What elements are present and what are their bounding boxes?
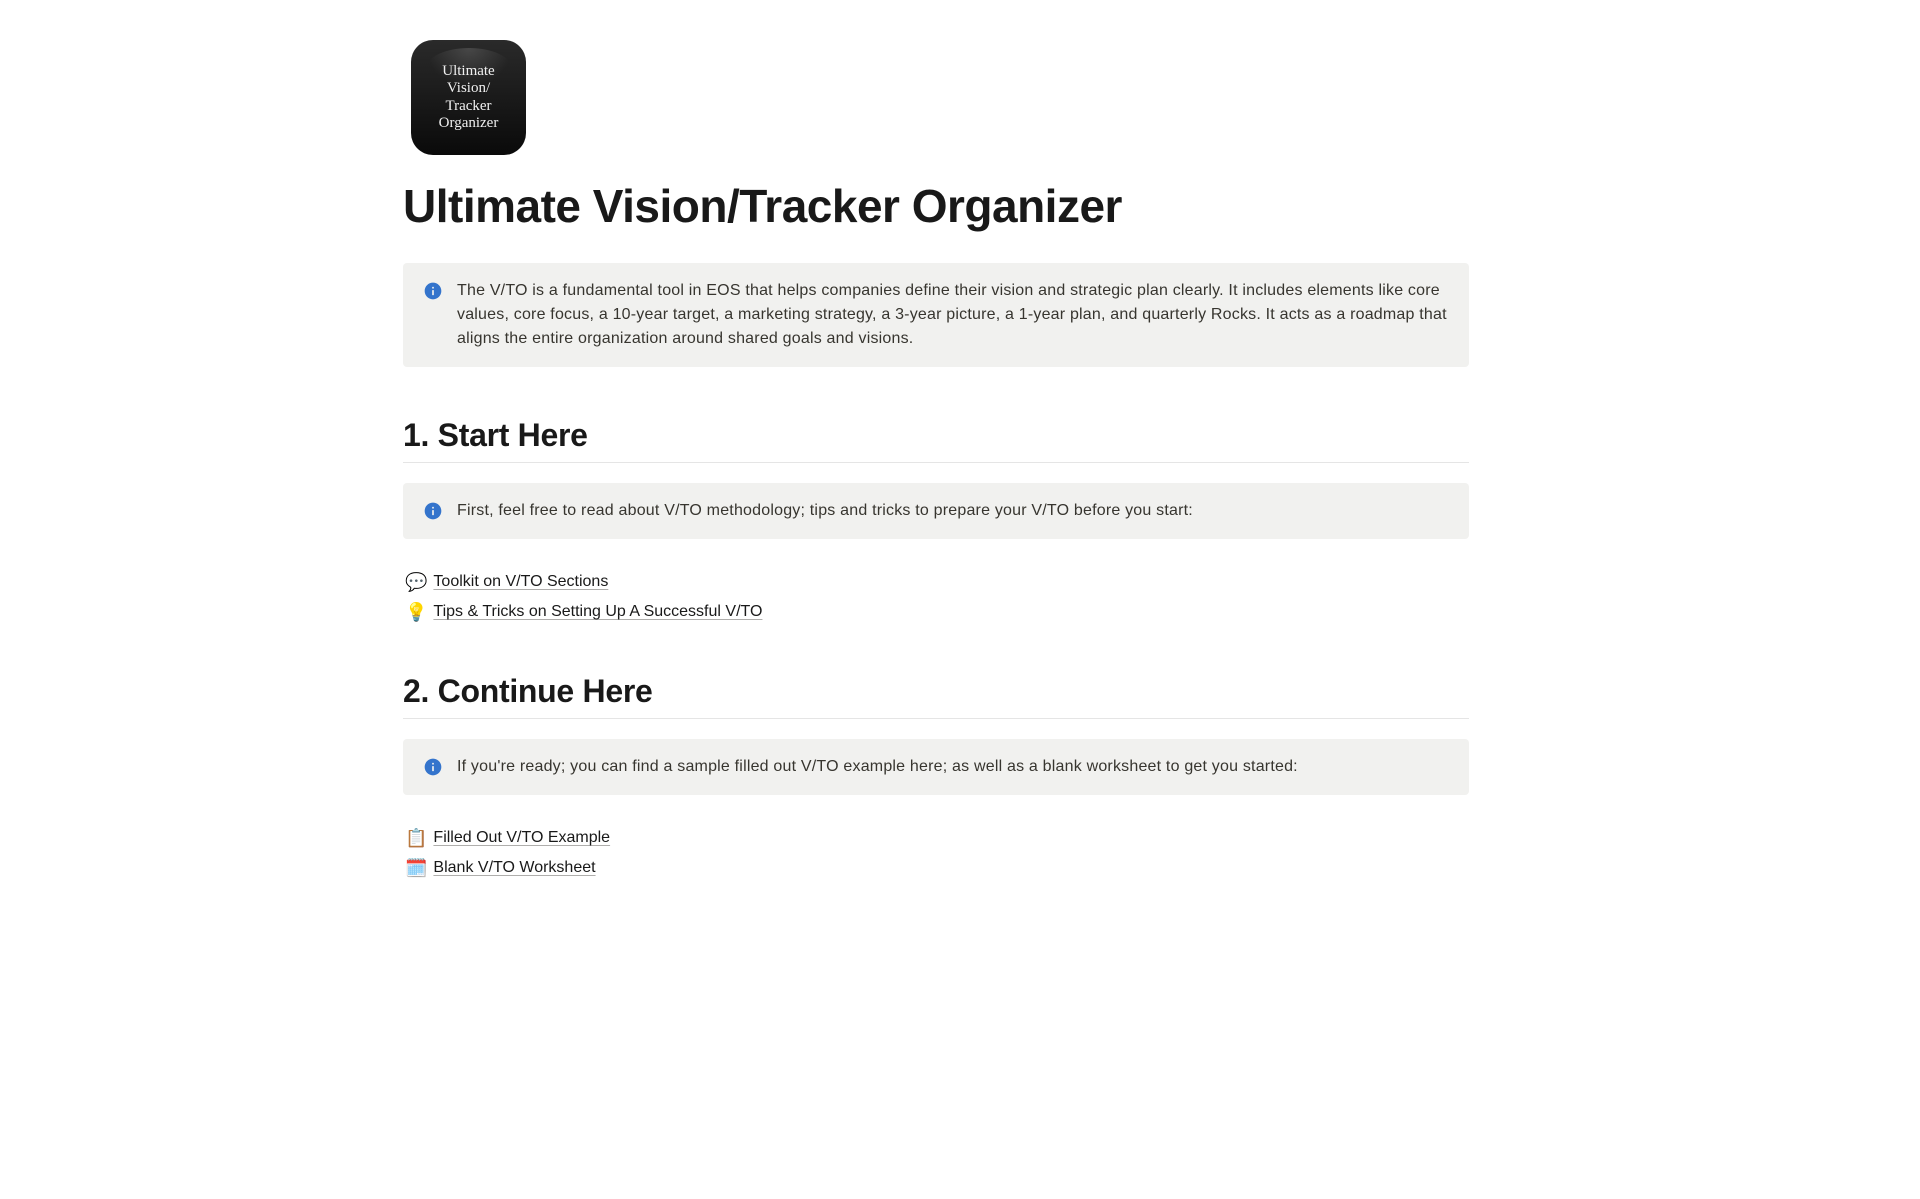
link-text: Filled Out V/TO Example bbox=[433, 829, 610, 847]
lightbulb-icon: 💡 bbox=[405, 603, 427, 621]
section-1-callout: First, feel free to read about V/TO meth… bbox=[403, 483, 1469, 539]
section-2-callout-text: If you're ready; you can find a sample f… bbox=[457, 755, 1298, 779]
link-tips-tricks[interactable]: 💡 Tips & Tricks on Setting Up A Successf… bbox=[403, 599, 1469, 625]
intro-callout-text: The V/TO is a fundamental tool in EOS th… bbox=[457, 279, 1449, 351]
section-1-callout-text: First, feel free to read about V/TO meth… bbox=[457, 499, 1193, 523]
section-2-callout: If you're ready; you can find a sample f… bbox=[403, 739, 1469, 795]
section-1-links: 💬 Toolkit on V/TO Sections 💡 Tips & Tric… bbox=[403, 569, 1469, 625]
link-text: Blank V/TO Worksheet bbox=[433, 859, 595, 877]
divider bbox=[403, 462, 1469, 463]
intro-callout: The V/TO is a fundamental tool in EOS th… bbox=[403, 263, 1469, 367]
clipboard-icon: 📋 bbox=[405, 829, 427, 847]
link-filled-example[interactable]: 📋 Filled Out V/TO Example bbox=[403, 825, 1469, 851]
app-icon-text: Ultimate Vision/ Tracker Organizer bbox=[439, 63, 499, 132]
info-icon bbox=[423, 281, 443, 301]
speech-bubble-icon: 💬 bbox=[405, 573, 427, 591]
link-toolkit[interactable]: 💬 Toolkit on V/TO Sections bbox=[403, 569, 1469, 595]
section-2-links: 📋 Filled Out V/TO Example 🗓️ Blank V/TO … bbox=[403, 825, 1469, 881]
link-text: Toolkit on V/TO Sections bbox=[433, 573, 608, 591]
link-text: Tips & Tricks on Setting Up A Successful… bbox=[433, 603, 762, 621]
section-1-heading: 1. Start Here bbox=[403, 417, 1469, 454]
page-title: Ultimate Vision/Tracker Organizer bbox=[403, 179, 1469, 233]
section-2-heading: 2. Continue Here bbox=[403, 673, 1469, 710]
app-icon: Ultimate Vision/ Tracker Organizer bbox=[411, 40, 526, 155]
link-blank-worksheet[interactable]: 🗓️ Blank V/TO Worksheet bbox=[403, 855, 1469, 881]
calendar-icon: 🗓️ bbox=[405, 859, 427, 877]
divider bbox=[403, 718, 1469, 719]
info-icon bbox=[423, 757, 443, 777]
info-icon bbox=[423, 501, 443, 521]
